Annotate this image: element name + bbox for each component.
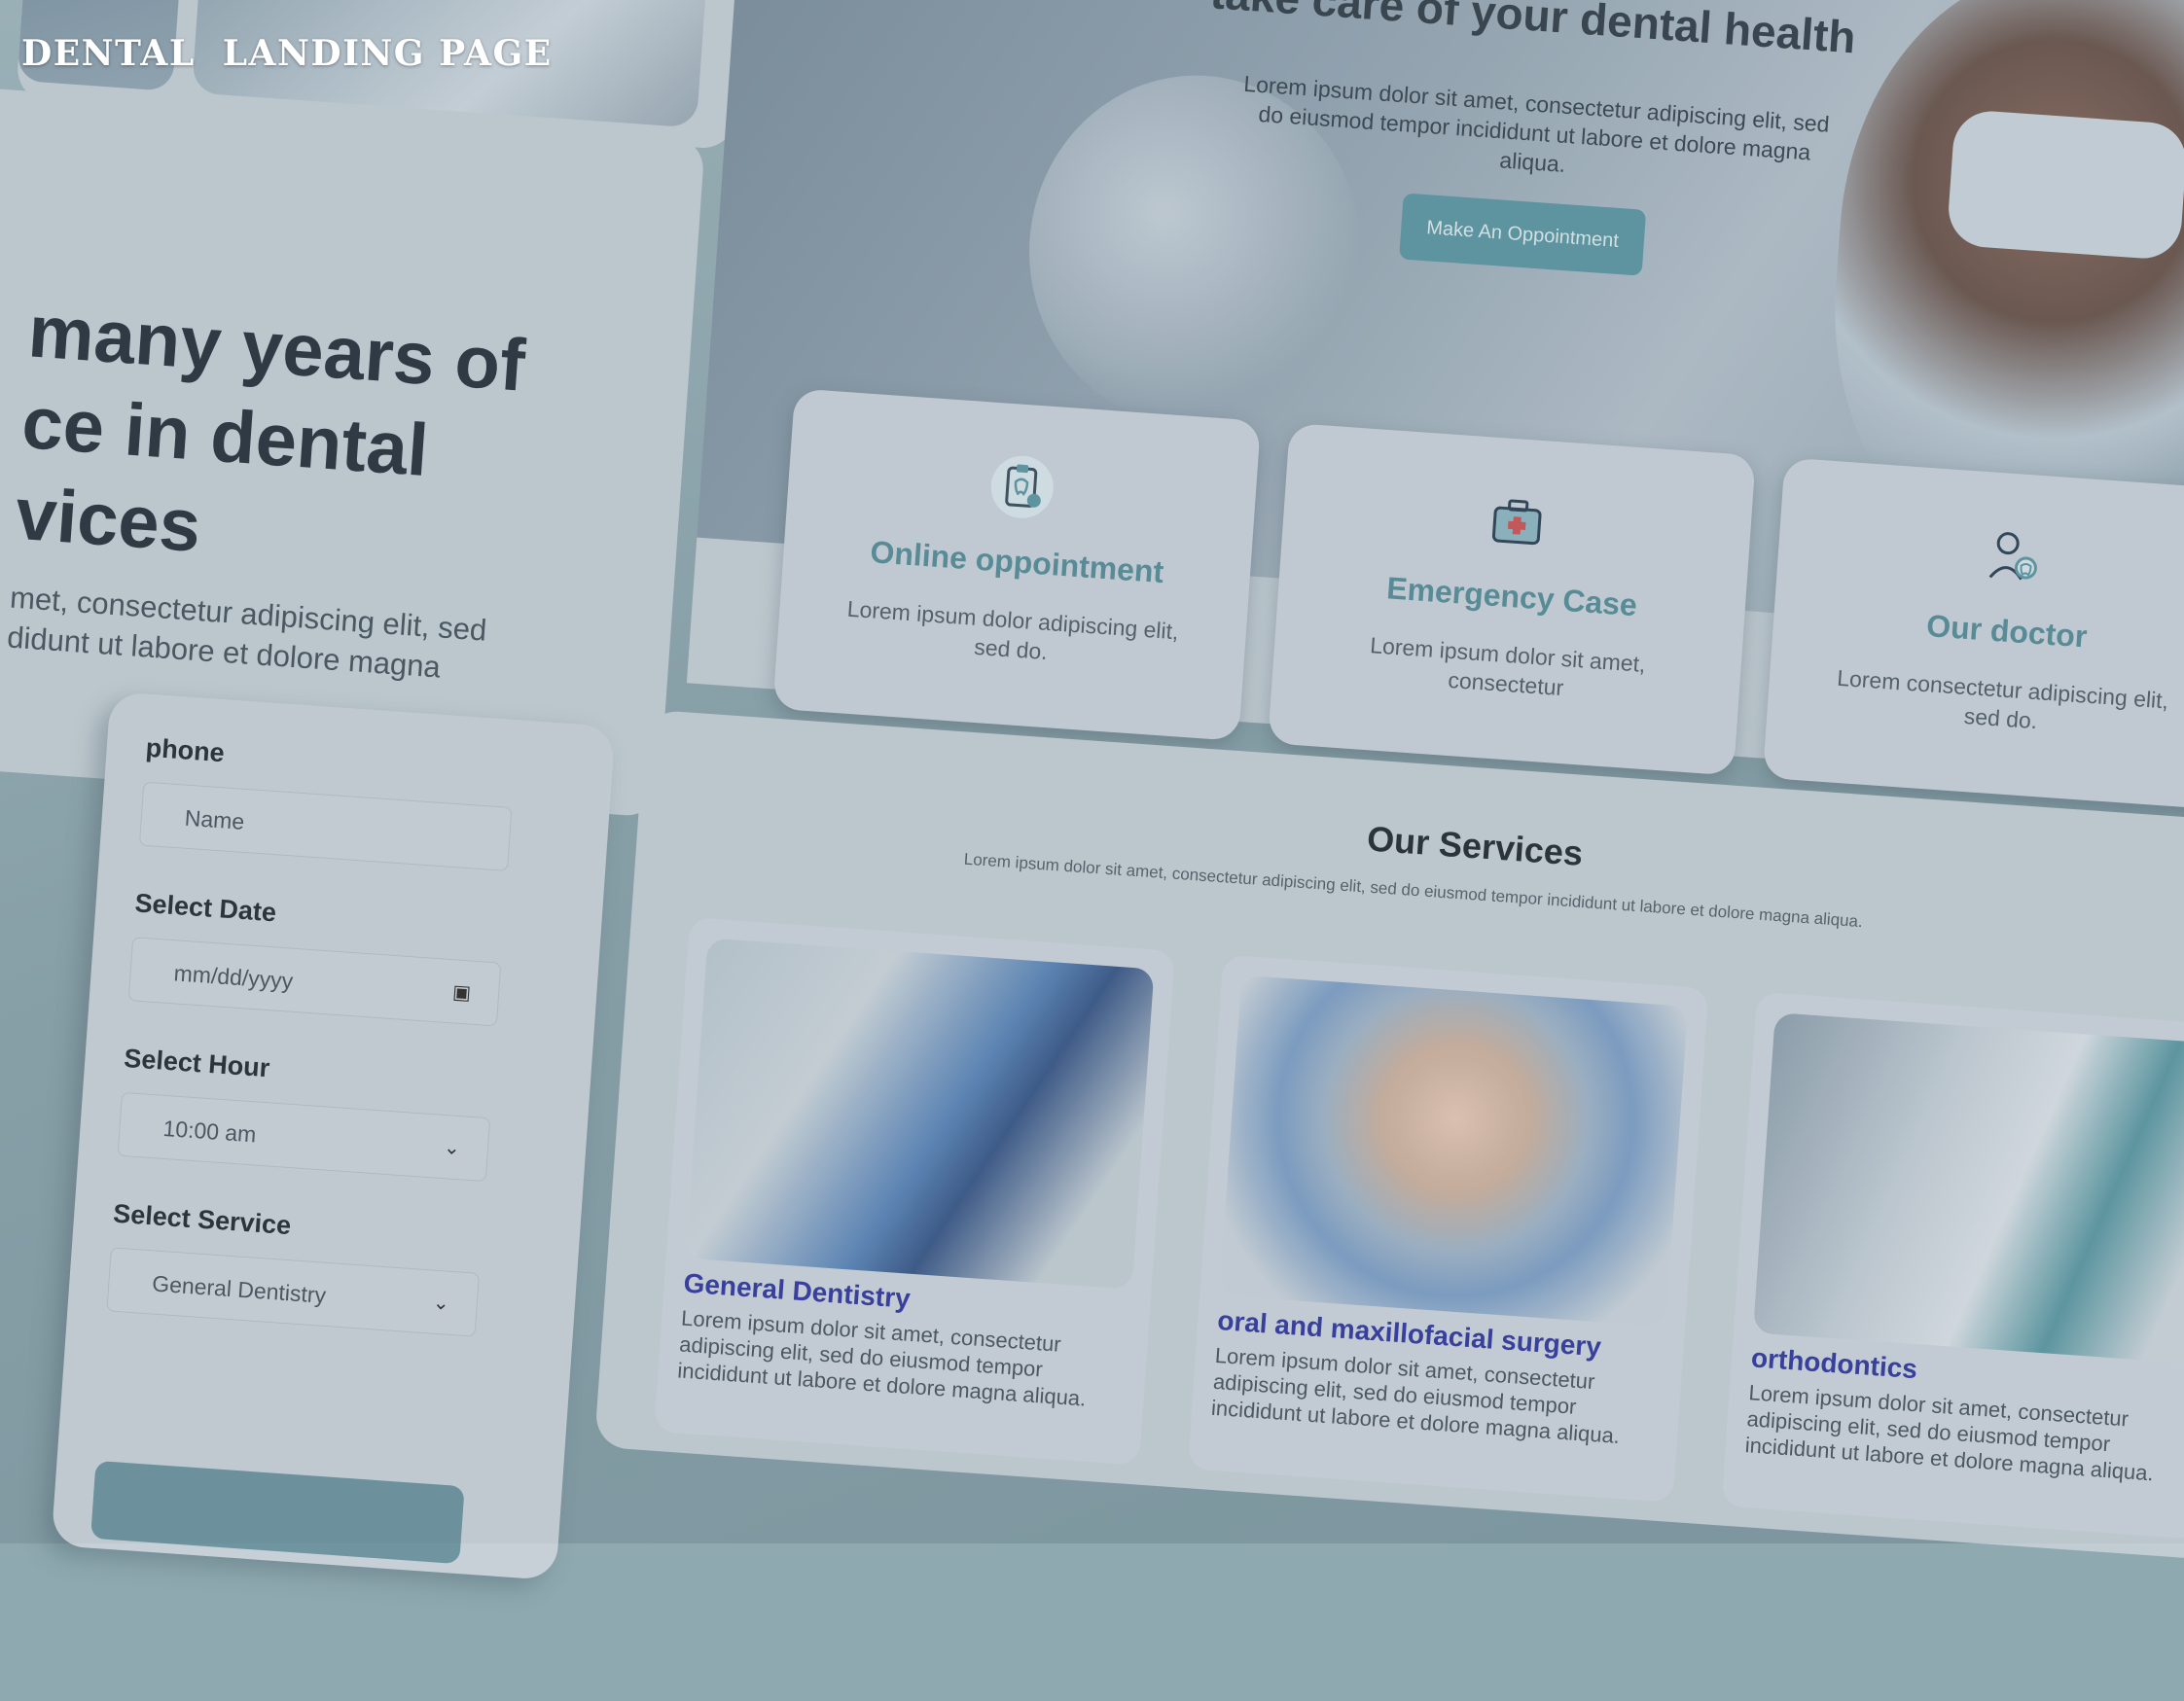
feature-text: Lorem ipsum dolor sit amet, consectetur xyxy=(1369,632,1647,701)
date-input[interactable]: mm/dd/yyyy ▣ xyxy=(127,937,502,1027)
services-section: Our Services Lorem ipsum dolor sit amet,… xyxy=(593,709,2184,1564)
feature-card-our-doctor[interactable]: Our doctor Lorem consectetur adipiscing … xyxy=(1762,457,2184,811)
service-card-oral-surgery[interactable]: oral and maxillofacial surgery Lorem ips… xyxy=(1187,954,1709,1504)
chevron-down-icon: ⌄ xyxy=(432,1292,450,1315)
feature-text: Lorem consectetur adipiscing elit, sed d… xyxy=(1836,664,2169,734)
hour-value: 10:00 am xyxy=(161,1115,258,1148)
service-select[interactable]: General Dentistry ⌄ xyxy=(106,1247,481,1337)
service-card-orthodontics[interactable]: orthodontics Lorem ipsum dolor sit amet,… xyxy=(1721,991,2184,1541)
service-photo xyxy=(1752,1012,2184,1364)
first-aid-kit-icon xyxy=(1491,499,1542,546)
about-text: met, consectetur adipiscing elit, sed di… xyxy=(6,580,488,685)
doctor-icon xyxy=(1988,532,2037,581)
name-placeholder: Name xyxy=(184,804,246,834)
feature-title: Online oppointment xyxy=(869,534,1165,590)
date-label: Select Date xyxy=(133,888,277,928)
feature-text: Lorem ipsum dolor adipiscing elit, sed d… xyxy=(846,595,1180,665)
feature-card-online-appointment[interactable]: Online oppointment Lorem ipsum dolor adi… xyxy=(772,388,1262,741)
service-value: General Dentistry xyxy=(151,1270,327,1308)
service-name[interactable]: orthodontics xyxy=(1750,1342,1918,1385)
service-photo xyxy=(1219,975,1689,1328)
feature-title: Emergency Case xyxy=(1385,570,1639,623)
phone-label: phone xyxy=(144,732,226,768)
landing-page-mockup: many years of ce in dental vices met, co… xyxy=(0,0,2184,1619)
service-photo xyxy=(685,938,1155,1290)
service-label: Select Service xyxy=(112,1198,293,1241)
page-title: DENTAL LANDING PAGE xyxy=(21,33,553,74)
clipboard-tooth-icon xyxy=(990,455,1054,518)
calendar-icon[interactable]: ▣ xyxy=(451,979,472,1005)
submit-button[interactable] xyxy=(90,1460,465,1565)
hour-label: Select Hour xyxy=(123,1043,271,1083)
chevron-down-icon: ⌄ xyxy=(443,1137,461,1160)
about-heading: many years of ce in dental vices xyxy=(13,290,528,568)
service-card-general-dentistry[interactable]: General Dentistry Lorem ipsum dolor sit … xyxy=(654,917,1175,1466)
feature-card-emergency[interactable]: Emergency Case Lorem ipsum dolor sit ame… xyxy=(1268,422,1756,776)
surgical-mask-photo xyxy=(1946,108,2184,262)
hour-select[interactable]: 10:00 am ⌄ xyxy=(117,1091,491,1183)
banner-heading: e ready to help you and take care of you… xyxy=(1209,0,1858,63)
feature-title: Our doctor xyxy=(1925,608,2089,655)
appointment-form: phone Name Select Date mm/dd/yyyy ▣ Sele… xyxy=(51,691,616,1581)
service-text: Lorem ipsum dolor sit amet, consectetur … xyxy=(1743,1380,2155,1486)
service-text: Lorem ipsum dolor sit amet, consectetur … xyxy=(676,1305,1088,1411)
make-appointment-button[interactable]: Make An Oppointment xyxy=(1399,193,1647,276)
name-input[interactable]: Name xyxy=(138,781,513,871)
date-placeholder: mm/dd/yyyy xyxy=(172,960,295,994)
